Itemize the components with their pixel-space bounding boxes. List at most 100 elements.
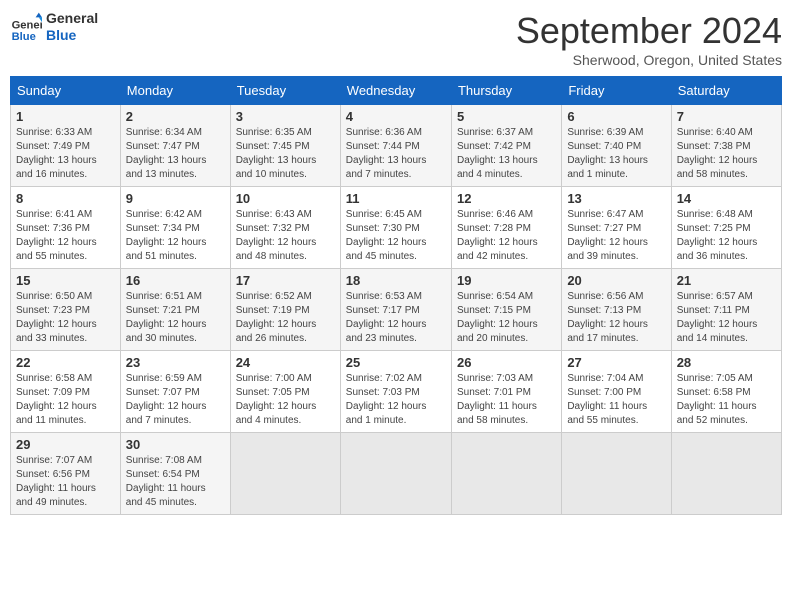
- day-number: 20: [567, 273, 665, 288]
- weekday-header-monday: Monday: [120, 77, 230, 105]
- cell-info: Sunrise: 6:41 AMSunset: 7:36 PMDaylight:…: [16, 208, 115, 264]
- calendar-week-row: 22 Sunrise: 6:58 AMSunset: 7:09 PMDayligh…: [11, 351, 782, 433]
- cell-info: Sunrise: 6:58 AMSunset: 7:09 PMDaylight:…: [16, 372, 115, 428]
- calendar-cell: 3 Sunrise: 6:35 AMSunset: 7:45 PMDaylight…: [230, 105, 340, 187]
- weekday-header-row: SundayMondayTuesdayWednesdayThursdayFrid…: [11, 77, 782, 105]
- calendar-cell: 24 Sunrise: 7:00 AMSunset: 7:05 PMDayligh…: [230, 351, 340, 433]
- calendar-cell: 7Sunrise: 6:40 AMSunset: 7:38 PMDaylight…: [671, 105, 781, 187]
- calendar-cell: 19Sunrise: 6:54 AMSunset: 7:15 PMDayligh…: [451, 269, 561, 351]
- cell-info: Sunrise: 7:02 AMSunset: 7:03 PMDaylight:…: [346, 372, 446, 428]
- cell-info: Sunrise: 6:59 AMSunset: 7:07 PMDaylight:…: [126, 372, 225, 428]
- calendar-cell: [340, 433, 451, 515]
- title-area: September 2024 Sherwood, Oregon, United …: [516, 10, 782, 68]
- cell-info: Sunrise: 6:40 AMSunset: 7:38 PMDaylight:…: [677, 126, 776, 182]
- calendar-header: SundayMondayTuesdayWednesdayThursdayFrid…: [11, 77, 782, 105]
- day-number: 14: [677, 191, 776, 206]
- calendar-cell: 22 Sunrise: 6:58 AMSunset: 7:09 PMDayligh…: [11, 351, 121, 433]
- cell-info: Sunrise: 7:08 AMSunset: 6:54 PMDaylight:…: [126, 454, 225, 510]
- weekday-header-sunday: Sunday: [11, 77, 121, 105]
- cell-info: Sunrise: 6:35 AMSunset: 7:45 PMDaylight:…: [236, 126, 335, 182]
- svg-text:General: General: [12, 19, 42, 31]
- calendar-cell: 27Sunrise: 7:04 AMSunset: 7:00 PMDayligh…: [562, 351, 671, 433]
- calendar-body: 1Sunrise: 6:33 AMSunset: 7:49 PMDaylight…: [11, 105, 782, 515]
- weekday-header-saturday: Saturday: [671, 77, 781, 105]
- svg-text:Blue: Blue: [12, 31, 36, 43]
- cell-info: Sunrise: 7:00 AMSunset: 7:05 PMDaylight:…: [236, 372, 335, 428]
- calendar-week-row: 29Sunrise: 7:07 AMSunset: 6:56 PMDayligh…: [11, 433, 782, 515]
- day-number: 15: [16, 273, 115, 288]
- calendar-cell: 18 Sunrise: 6:53 AMSunset: 7:17 PMDayligh…: [340, 269, 451, 351]
- calendar-table: SundayMondayTuesdayWednesdayThursdayFrid…: [10, 76, 782, 515]
- calendar-cell: 29Sunrise: 7:07 AMSunset: 6:56 PMDayligh…: [11, 433, 121, 515]
- day-number: 4: [346, 109, 446, 124]
- calendar-cell: [230, 433, 340, 515]
- calendar-cell: 4 Sunrise: 6:36 AMSunset: 7:44 PMDaylight…: [340, 105, 451, 187]
- cell-info: Sunrise: 6:53 AMSunset: 7:17 PMDaylight:…: [346, 290, 446, 346]
- cell-info: Sunrise: 7:03 AMSunset: 7:01 PMDaylight:…: [457, 372, 556, 428]
- calendar-cell: 26 Sunrise: 7:03 AMSunset: 7:01 PMDayligh…: [451, 351, 561, 433]
- day-number: 10: [236, 191, 335, 206]
- calendar-cell: 21 Sunrise: 6:57 AMSunset: 7:11 PMDayligh…: [671, 269, 781, 351]
- cell-info: Sunrise: 6:51 AMSunset: 7:21 PMDaylight:…: [126, 290, 225, 346]
- day-number: 28: [677, 355, 776, 370]
- day-number: 11: [346, 191, 446, 206]
- header: General Blue General Blue September 2024…: [10, 10, 782, 68]
- month-year-title: September 2024: [516, 10, 782, 52]
- day-number: 8: [16, 191, 115, 206]
- calendar-cell: [562, 433, 671, 515]
- cell-info: Sunrise: 7:05 AMSunset: 6:58 PMDaylight:…: [677, 372, 776, 428]
- calendar-cell: [671, 433, 781, 515]
- cell-info: Sunrise: 6:47 AMSunset: 7:27 PMDaylight:…: [567, 208, 665, 264]
- day-number: 2: [126, 109, 225, 124]
- calendar-week-row: 1Sunrise: 6:33 AMSunset: 7:49 PMDaylight…: [11, 105, 782, 187]
- cell-info: Sunrise: 6:42 AMSunset: 7:34 PMDaylight:…: [126, 208, 225, 264]
- calendar-cell: 8 Sunrise: 6:41 AMSunset: 7:36 PMDaylight…: [11, 187, 121, 269]
- weekday-header-wednesday: Wednesday: [340, 77, 451, 105]
- cell-info: Sunrise: 6:56 AMSunset: 7:13 PMDaylight:…: [567, 290, 665, 346]
- calendar-cell: 9Sunrise: 6:42 AMSunset: 7:34 PMDaylight…: [120, 187, 230, 269]
- day-number: 26: [457, 355, 556, 370]
- day-number: 16: [126, 273, 225, 288]
- cell-info: Sunrise: 6:39 AMSunset: 7:40 PMDaylight:…: [567, 126, 665, 182]
- calendar-cell: [451, 433, 561, 515]
- day-number: 5: [457, 109, 556, 124]
- calendar-cell: 23 Sunrise: 6:59 AMSunset: 7:07 PMDayligh…: [120, 351, 230, 433]
- cell-info: Sunrise: 6:52 AMSunset: 7:19 PMDaylight:…: [236, 290, 335, 346]
- calendar-cell: 10 Sunrise: 6:43 AMSunset: 7:32 PMDayligh…: [230, 187, 340, 269]
- day-number: 24: [236, 355, 335, 370]
- logo: General Blue General Blue: [10, 10, 98, 44]
- calendar-cell: 25Sunrise: 7:02 AMSunset: 7:03 PMDayligh…: [340, 351, 451, 433]
- logo-text: General Blue: [46, 10, 98, 44]
- day-number: 30: [126, 437, 225, 452]
- cell-info: Sunrise: 7:07 AMSunset: 6:56 PMDaylight:…: [16, 454, 115, 510]
- cell-info: Sunrise: 6:37 AMSunset: 7:42 PMDaylight:…: [457, 126, 556, 182]
- calendar-cell: 14Sunrise: 6:48 AMSunset: 7:25 PMDayligh…: [671, 187, 781, 269]
- calendar-cell: 13 Sunrise: 6:47 AMSunset: 7:27 PMDayligh…: [562, 187, 671, 269]
- weekday-header-thursday: Thursday: [451, 77, 561, 105]
- day-number: 6: [567, 109, 665, 124]
- calendar-cell: 28 Sunrise: 7:05 AMSunset: 6:58 PMDayligh…: [671, 351, 781, 433]
- cell-info: Sunrise: 6:46 AMSunset: 7:28 PMDaylight:…: [457, 208, 556, 264]
- cell-info: Sunrise: 6:34 AMSunset: 7:47 PMDaylight:…: [126, 126, 225, 182]
- cell-info: Sunrise: 6:54 AMSunset: 7:15 PMDaylight:…: [457, 290, 556, 346]
- cell-info: Sunrise: 6:43 AMSunset: 7:32 PMDaylight:…: [236, 208, 335, 264]
- calendar-cell: 12 Sunrise: 6:46 AMSunset: 7:28 PMDayligh…: [451, 187, 561, 269]
- day-number: 22: [16, 355, 115, 370]
- day-number: 17: [236, 273, 335, 288]
- day-number: 18: [346, 273, 446, 288]
- calendar-cell: 5 Sunrise: 6:37 AMSunset: 7:42 PMDaylight…: [451, 105, 561, 187]
- location-subtitle: Sherwood, Oregon, United States: [516, 52, 782, 68]
- day-number: 12: [457, 191, 556, 206]
- calendar-cell: 16 Sunrise: 6:51 AMSunset: 7:21 PMDayligh…: [120, 269, 230, 351]
- day-number: 13: [567, 191, 665, 206]
- cell-info: Sunrise: 6:36 AMSunset: 7:44 PMDaylight:…: [346, 126, 446, 182]
- cell-info: Sunrise: 6:45 AMSunset: 7:30 PMDaylight:…: [346, 208, 446, 264]
- day-number: 3: [236, 109, 335, 124]
- cell-info: Sunrise: 6:57 AMSunset: 7:11 PMDaylight:…: [677, 290, 776, 346]
- calendar-cell: 17 Sunrise: 6:52 AMSunset: 7:19 PMDayligh…: [230, 269, 340, 351]
- cell-info: Sunrise: 7:04 AMSunset: 7:00 PMDaylight:…: [567, 372, 665, 428]
- calendar-cell: 30 Sunrise: 7:08 AMSunset: 6:54 PMDayligh…: [120, 433, 230, 515]
- day-number: 21: [677, 273, 776, 288]
- calendar-cell: 20 Sunrise: 6:56 AMSunset: 7:13 PMDayligh…: [562, 269, 671, 351]
- day-number: 23: [126, 355, 225, 370]
